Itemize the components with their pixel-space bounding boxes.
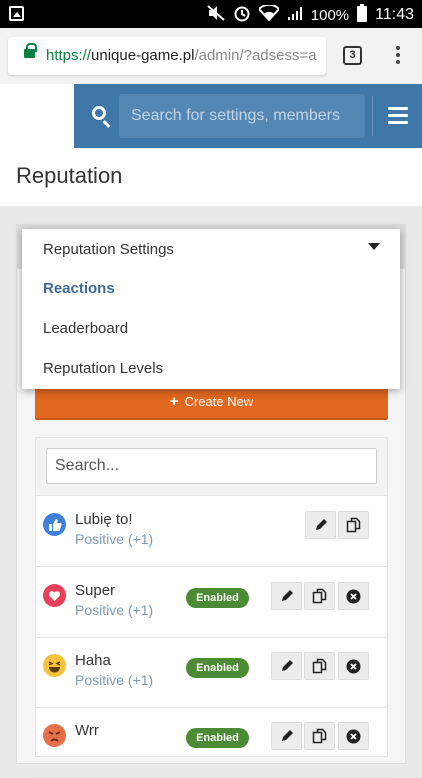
copy-icon	[312, 588, 326, 604]
caret-down-icon[interactable]	[368, 243, 380, 250]
status-badge[interactable]: Enabled	[186, 658, 249, 678]
page-title: Reputation	[16, 163, 123, 188]
menu-item-leaderboard[interactable]: Leaderboard	[43, 320, 128, 337]
section-dropdown-menu: Reputation Settings Reactions Leaderboar…	[22, 229, 400, 389]
reaction-name: Lubię to!	[75, 511, 133, 528]
edit-button[interactable]	[305, 511, 336, 539]
reaction-row: Haha Positive (+1) Enabled	[36, 638, 387, 708]
copy-button[interactable]	[304, 722, 335, 750]
copy-button[interactable]	[338, 511, 369, 539]
pencil-icon	[315, 519, 327, 530]
url-scheme: https://	[46, 47, 92, 64]
hamburger-menu-icon[interactable]	[388, 107, 408, 124]
alarm-icon	[233, 4, 251, 26]
search-icon[interactable]	[92, 106, 106, 120]
pencil-icon	[281, 730, 293, 741]
laughing-face-icon	[43, 654, 66, 677]
reaction-value: Positive (+1)	[75, 531, 154, 547]
create-new-label: Create New	[184, 394, 254, 409]
plus-icon: +	[169, 393, 179, 410]
address-bar[interactable]: https://unique-game.pl/admin/?adsess=a	[8, 37, 326, 75]
reaction-row: Wrr Enabled	[36, 708, 387, 778]
battery-icon	[357, 4, 368, 26]
menu-item-reputation-levels[interactable]: Reputation Levels	[43, 360, 163, 377]
close-circle-icon	[346, 659, 361, 673]
reaction-name: Wrr	[75, 722, 99, 739]
filter-bar	[36, 438, 387, 496]
copy-icon	[312, 658, 326, 674]
reaction-name: Super	[75, 582, 116, 599]
mute-icon	[207, 5, 225, 25]
copy-icon	[312, 728, 326, 744]
reaction-row: Lubię to! Positive (+1)	[36, 497, 387, 567]
menu-item-reactions[interactable]: Reactions	[43, 280, 115, 297]
tab-switcher-button[interactable]: 3	[343, 46, 362, 65]
heart-icon	[43, 584, 66, 607]
pencil-icon	[281, 660, 293, 671]
reaction-value: Positive (+1)	[75, 672, 154, 688]
reaction-value: Positive (+1)	[75, 602, 154, 618]
browser-toolbar: https://unique-game.pl/admin/?adsess=a 3	[0, 28, 422, 84]
status-bar: 100% 11:43	[0, 0, 422, 28]
wifi-icon	[257, 3, 281, 25]
reaction-row: Super Positive (+1) Enabled	[36, 568, 387, 638]
angry-face-icon	[43, 724, 66, 747]
edit-button[interactable]	[271, 652, 302, 680]
close-circle-icon	[346, 589, 361, 603]
image-notification-icon	[9, 6, 24, 21]
pencil-icon	[281, 590, 293, 601]
reaction-name: Haha	[75, 652, 111, 669]
create-new-button[interactable]: + Create New	[35, 384, 388, 420]
status-badge[interactable]: Enabled	[186, 728, 249, 748]
logo-area	[0, 84, 74, 148]
copy-button[interactable]	[304, 652, 335, 680]
lock-icon	[24, 43, 37, 58]
status-badge[interactable]: Enabled	[186, 588, 249, 608]
delete-button[interactable]	[338, 652, 369, 680]
url-path: /admin/?adsess=a	[194, 47, 317, 64]
delete-button[interactable]	[338, 722, 369, 750]
admin-top-nav	[74, 84, 422, 148]
reactions-list: Lubię to! Positive (+1) Super Positive (…	[35, 437, 388, 778]
thumbs-up-icon	[43, 513, 66, 536]
battery-percent: 100%	[310, 6, 350, 24]
signal-icon	[287, 5, 303, 25]
edit-button[interactable]	[271, 722, 302, 750]
url-text[interactable]: https://unique-game.pl/admin/?adsess=a	[46, 47, 317, 64]
copy-button[interactable]	[304, 582, 335, 610]
close-circle-icon	[346, 729, 361, 743]
status-icons: 100% 11:43	[207, 3, 414, 26]
filter-search-input[interactable]	[46, 448, 377, 484]
nav-divider	[372, 96, 373, 136]
menu-item-reputation-settings[interactable]: Reputation Settings	[43, 241, 174, 258]
browser-menu-icon[interactable]	[392, 46, 404, 66]
delete-button[interactable]	[338, 582, 369, 610]
clock: 11:43	[375, 6, 414, 23]
page-header: Reputation	[0, 148, 422, 206]
admin-search-input[interactable]	[119, 94, 365, 138]
edit-button[interactable]	[271, 582, 302, 610]
url-host: unique-game.pl	[91, 47, 195, 64]
copy-icon	[346, 517, 360, 533]
